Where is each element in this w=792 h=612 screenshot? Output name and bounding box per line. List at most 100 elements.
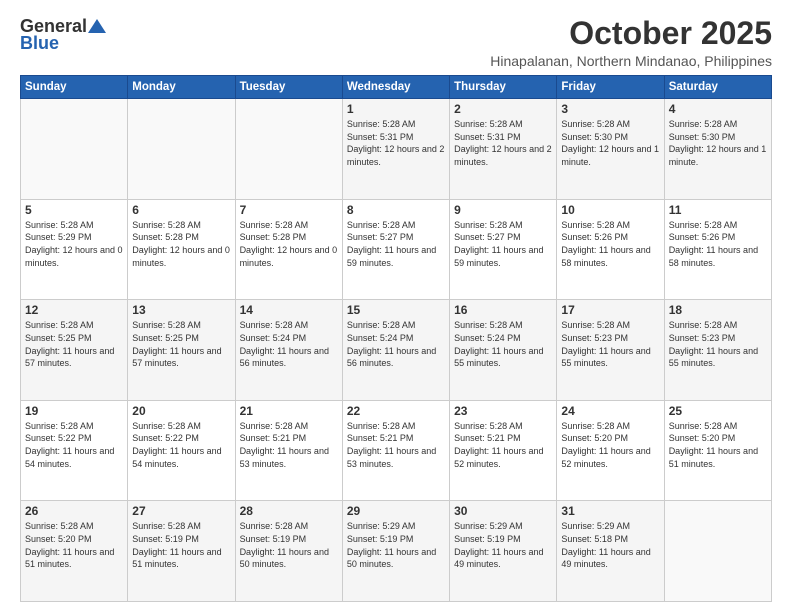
day-number: 16 [454, 303, 552, 317]
day-info: Sunrise: 5:28 AMSunset: 5:22 PMDaylight:… [132, 420, 230, 470]
day-info: Sunrise: 5:28 AMSunset: 5:27 PMDaylight:… [347, 219, 445, 269]
calendar-table: Sunday Monday Tuesday Wednesday Thursday… [20, 75, 772, 602]
day-info: Sunrise: 5:28 AMSunset: 5:21 PMDaylight:… [454, 420, 552, 470]
day-number: 13 [132, 303, 230, 317]
calendar-cell: 1 Sunrise: 5:28 AMSunset: 5:31 PMDaylight… [342, 99, 449, 200]
calendar-cell: 12 Sunrise: 5:28 AMSunset: 5:25 PMDayligh… [21, 300, 128, 401]
calendar-cell: 29 Sunrise: 5:29 AMSunset: 5:19 PMDayligh… [342, 501, 449, 602]
day-info: Sunrise: 5:28 AMSunset: 5:20 PMDaylight:… [669, 420, 767, 470]
calendar-week-row-2: 12 Sunrise: 5:28 AMSunset: 5:25 PMDayligh… [21, 300, 772, 401]
calendar-cell: 18 Sunrise: 5:28 AMSunset: 5:23 PMDayligh… [664, 300, 771, 401]
calendar-cell: 5 Sunrise: 5:28 AMSunset: 5:29 PMDaylight… [21, 199, 128, 300]
day-info: Sunrise: 5:28 AMSunset: 5:28 PMDaylight:… [240, 219, 338, 269]
title-block: October 2025 Hinapalanan, Northern Minda… [490, 16, 772, 69]
calendar-cell: 30Sunrise: 5:29 AMSunset: 5:19 PMDayligh… [450, 501, 557, 602]
day-number: 12 [25, 303, 123, 317]
calendar-cell: 24 Sunrise: 5:28 AMSunset: 5:20 PMDayligh… [557, 400, 664, 501]
calendar-cell: 7 Sunrise: 5:28 AMSunset: 5:28 PMDaylight… [235, 199, 342, 300]
calendar-cell: 11 Sunrise: 5:28 AMSunset: 5:26 PMDayligh… [664, 199, 771, 300]
day-number: 5 [25, 203, 123, 217]
calendar-cell: 27 Sunrise: 5:28 AMSunset: 5:19 PMDayligh… [128, 501, 235, 602]
day-number: 8 [347, 203, 445, 217]
calendar-cell: 26Sunrise: 5:28 AMSunset: 5:20 PMDayligh… [21, 501, 128, 602]
calendar-cell: 6Sunrise: 5:28 AMSunset: 5:28 PMDaylight… [128, 199, 235, 300]
calendar-cell: 3Sunrise: 5:28 AMSunset: 5:30 PMDaylight… [557, 99, 664, 200]
calendar-week-row-3: 19 Sunrise: 5:28 AMSunset: 5:22 PMDayligh… [21, 400, 772, 501]
day-info: Sunrise: 5:28 AMSunset: 5:20 PMDaylight:… [561, 420, 659, 470]
header-friday: Friday [557, 76, 664, 99]
day-number: 23 [454, 404, 552, 418]
header-tuesday: Tuesday [235, 76, 342, 99]
calendar-week-row-0: 1 Sunrise: 5:28 AMSunset: 5:31 PMDaylight… [21, 99, 772, 200]
day-info: Sunrise: 5:28 AMSunset: 5:24 PMDaylight:… [240, 319, 338, 369]
day-number: 18 [669, 303, 767, 317]
day-number: 7 [240, 203, 338, 217]
day-number: 28 [240, 504, 338, 518]
day-info: Sunrise: 5:28 AMSunset: 5:19 PMDaylight:… [132, 520, 230, 570]
day-number: 24 [561, 404, 659, 418]
calendar-cell: 13Sunrise: 5:28 AMSunset: 5:25 PMDayligh… [128, 300, 235, 401]
calendar-cell [128, 99, 235, 200]
day-info: Sunrise: 5:28 AMSunset: 5:31 PMDaylight:… [454, 118, 552, 168]
calendar-cell: 28 Sunrise: 5:28 AMSunset: 5:19 PMDayligh… [235, 501, 342, 602]
day-info: Sunrise: 5:28 AMSunset: 5:30 PMDaylight:… [669, 118, 767, 168]
day-info: Sunrise: 5:28 AMSunset: 5:27 PMDaylight:… [454, 219, 552, 269]
calendar-cell: 22 Sunrise: 5:28 AMSunset: 5:21 PMDayligh… [342, 400, 449, 501]
day-number: 3 [561, 102, 659, 116]
calendar-cell: 2Sunrise: 5:28 AMSunset: 5:31 PMDaylight… [450, 99, 557, 200]
header-wednesday: Wednesday [342, 76, 449, 99]
calendar-cell [664, 501, 771, 602]
day-number: 19 [25, 404, 123, 418]
calendar-cell: 8 Sunrise: 5:28 AMSunset: 5:27 PMDaylight… [342, 199, 449, 300]
day-info: Sunrise: 5:29 AMSunset: 5:19 PMDaylight:… [347, 520, 445, 570]
header: General Blue October 2025 Hinapalanan, N… [20, 16, 772, 69]
header-monday: Monday [128, 76, 235, 99]
day-info: Sunrise: 5:28 AMSunset: 5:19 PMDaylight:… [240, 520, 338, 570]
day-number: 1 [347, 102, 445, 116]
day-number: 22 [347, 404, 445, 418]
calendar-cell [235, 99, 342, 200]
header-saturday: Saturday [664, 76, 771, 99]
header-thursday: Thursday [450, 76, 557, 99]
calendar-cell: 10 Sunrise: 5:28 AMSunset: 5:26 PMDayligh… [557, 199, 664, 300]
day-info: Sunrise: 5:28 AMSunset: 5:20 PMDaylight:… [25, 520, 123, 570]
day-info: Sunrise: 5:28 AMSunset: 5:21 PMDaylight:… [240, 420, 338, 470]
calendar-header-row: Sunday Monday Tuesday Wednesday Thursday… [21, 76, 772, 99]
day-info: Sunrise: 5:28 AMSunset: 5:23 PMDaylight:… [669, 319, 767, 369]
day-info: Sunrise: 5:29 AMSunset: 5:19 PMDaylight:… [454, 520, 552, 570]
calendar-cell: 25Sunrise: 5:28 AMSunset: 5:20 PMDayligh… [664, 400, 771, 501]
header-sunday: Sunday [21, 76, 128, 99]
day-info: Sunrise: 5:28 AMSunset: 5:31 PMDaylight:… [347, 118, 445, 168]
day-info: Sunrise: 5:28 AMSunset: 5:26 PMDaylight:… [561, 219, 659, 269]
day-info: Sunrise: 5:28 AMSunset: 5:25 PMDaylight:… [25, 319, 123, 369]
day-info: Sunrise: 5:29 AMSunset: 5:18 PMDaylight:… [561, 520, 659, 570]
logo-icon [88, 19, 106, 33]
day-info: Sunrise: 5:28 AMSunset: 5:26 PMDaylight:… [669, 219, 767, 269]
calendar-cell: 17 Sunrise: 5:28 AMSunset: 5:23 PMDayligh… [557, 300, 664, 401]
day-number: 9 [454, 203, 552, 217]
calendar-cell: 16Sunrise: 5:28 AMSunset: 5:24 PMDayligh… [450, 300, 557, 401]
day-number: 27 [132, 504, 230, 518]
calendar-week-row-4: 26Sunrise: 5:28 AMSunset: 5:20 PMDayligh… [21, 501, 772, 602]
day-info: Sunrise: 5:28 AMSunset: 5:22 PMDaylight:… [25, 420, 123, 470]
day-info: Sunrise: 5:28 AMSunset: 5:29 PMDaylight:… [25, 219, 123, 269]
day-number: 4 [669, 102, 767, 116]
day-number: 10 [561, 203, 659, 217]
day-info: Sunrise: 5:28 AMSunset: 5:21 PMDaylight:… [347, 420, 445, 470]
day-number: 11 [669, 203, 767, 217]
day-number: 29 [347, 504, 445, 518]
month-title: October 2025 [490, 16, 772, 51]
calendar-cell: 23 Sunrise: 5:28 AMSunset: 5:21 PMDayligh… [450, 400, 557, 501]
logo-blue: Blue [20, 33, 59, 54]
day-number: 17 [561, 303, 659, 317]
day-info: Sunrise: 5:28 AMSunset: 5:23 PMDaylight:… [561, 319, 659, 369]
calendar-cell: 21Sunrise: 5:28 AMSunset: 5:21 PMDayligh… [235, 400, 342, 501]
page: General Blue October 2025 Hinapalanan, N… [0, 0, 792, 612]
calendar-cell: 15Sunrise: 5:28 AMSunset: 5:24 PMDayligh… [342, 300, 449, 401]
day-number: 20 [132, 404, 230, 418]
calendar-cell: 31 Sunrise: 5:29 AMSunset: 5:18 PMDayligh… [557, 501, 664, 602]
calendar-cell: 14Sunrise: 5:28 AMSunset: 5:24 PMDayligh… [235, 300, 342, 401]
day-info: Sunrise: 5:28 AMSunset: 5:28 PMDaylight:… [132, 219, 230, 269]
calendar-cell: 9 Sunrise: 5:28 AMSunset: 5:27 PMDaylight… [450, 199, 557, 300]
day-number: 31 [561, 504, 659, 518]
